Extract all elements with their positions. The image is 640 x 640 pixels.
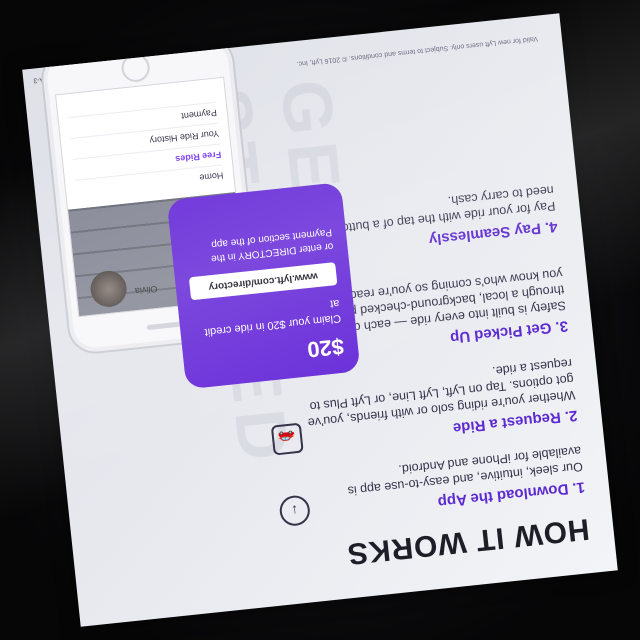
fine-print: Valid for new Lyft users only. Subject t… xyxy=(296,34,539,68)
phone-speaker xyxy=(146,321,183,331)
phone-menu: Home Free Rides Your Ride History Paymen… xyxy=(56,78,235,210)
promo-card: $20 Claim your $20 in ride credit at www… xyxy=(166,182,361,390)
phone-home-button xyxy=(120,52,152,84)
promo-instructions: or enter DIRECTORY in the Payment sectio… xyxy=(210,226,334,265)
car-icon: 🚗 xyxy=(270,422,304,456)
promo-text: Claim your $20 in ride credit at xyxy=(204,296,342,339)
photo-background: GET STARTED HOW IT WORKS 1. Download the… xyxy=(0,0,640,640)
promo-amount: $20 xyxy=(306,333,346,363)
flyer-sheet: GET STARTED HOW IT WORKS 1. Download the… xyxy=(22,13,618,627)
promo-url: www.lyft.com/directory xyxy=(188,262,338,301)
